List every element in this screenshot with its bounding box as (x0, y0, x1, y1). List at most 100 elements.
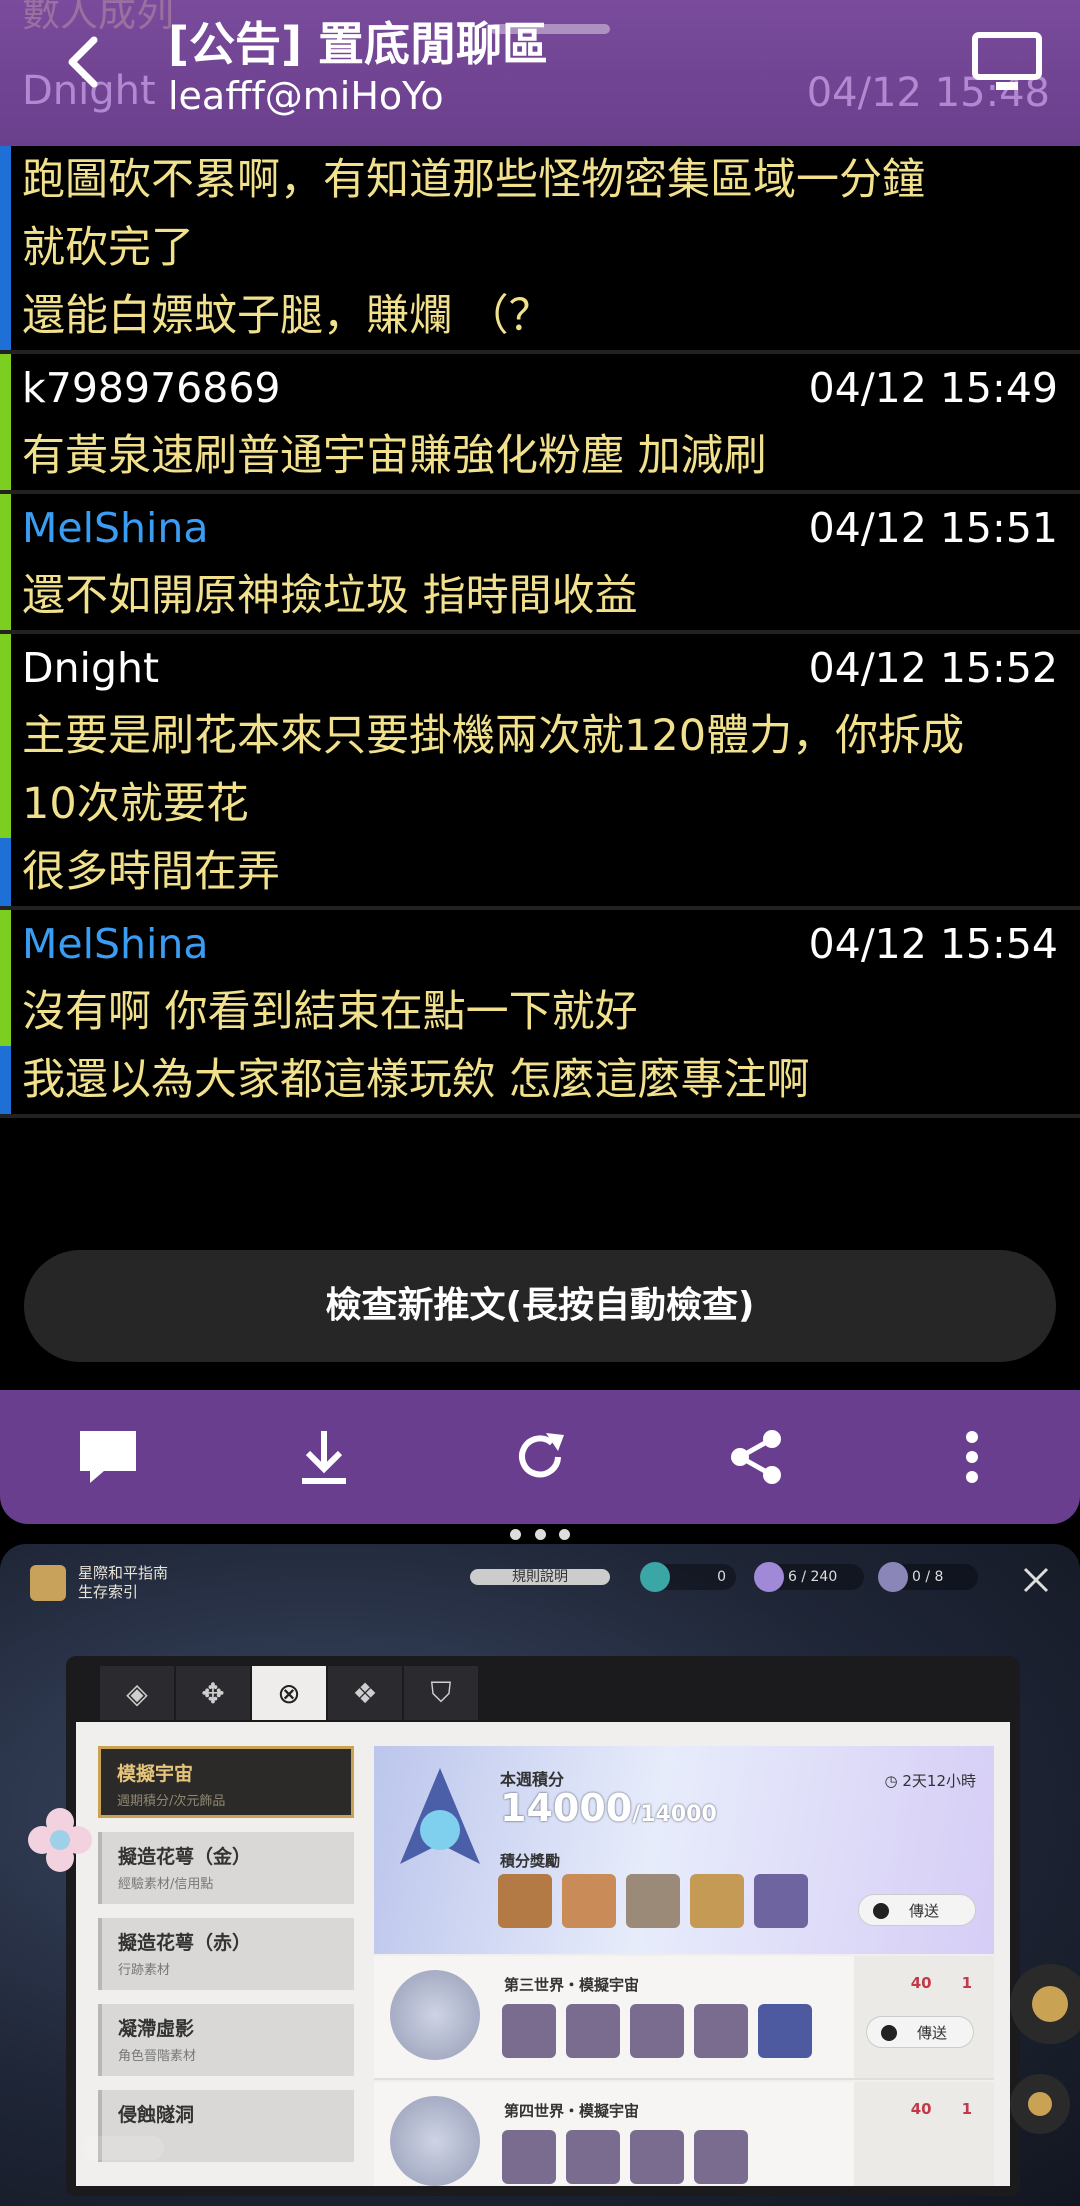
tab-5[interactable]: ⛉ (404, 1666, 478, 1720)
stamina-cost: 40 1 (911, 2100, 972, 2118)
tab-3[interactable]: ⊗ (252, 1666, 326, 1720)
panel-indicator (84, 2136, 164, 2160)
reward-item[interactable] (626, 1874, 680, 1928)
flower-icon[interactable] (24, 1804, 96, 1876)
cost-power: 40 (910, 1974, 932, 1992)
domain-row: 第四世界・模擬宇宙 40 1 (374, 2082, 994, 2186)
tab-1[interactable]: ◈ (100, 1666, 174, 1720)
activity-item[interactable]: 擬造花萼（赤） 行跡素材 (98, 1918, 354, 1990)
time-remaining-value: 2天12小時 (902, 1772, 976, 1790)
post-color-bar (0, 1046, 11, 1114)
monitor-icon (972, 32, 1042, 90)
post-author[interactable]: MelShina (22, 504, 209, 552)
download-icon (302, 1431, 346, 1484)
refresh-icon (519, 1433, 564, 1478)
post-timestamp: 04/12 15:52 (808, 644, 1058, 692)
download-button[interactable] (279, 1412, 369, 1502)
drag-handle[interactable] (490, 24, 610, 34)
check-new-posts-button[interactable]: 檢查新推文(長按自動檢查) (24, 1250, 1056, 1362)
post-text-line: 跑圖砍不累啊，有知道那些怪物密集區域一分鐘 (0, 146, 1058, 214)
cost-reserve: 1 (961, 2100, 972, 2118)
reward-item[interactable] (566, 2004, 620, 2058)
reward-item[interactable] (566, 2130, 620, 2184)
comment-button[interactable] (63, 1412, 153, 1502)
reward-item[interactable] (754, 1874, 808, 1928)
post-item[interactable]: k798976869 04/12 15:49 有黃泉速刷普通宇宙賺強化粉塵 加減刷 (0, 354, 1080, 490)
post-text-line: 10次就要花 (0, 770, 1058, 838)
domain-rewards (502, 2130, 748, 2184)
post-text-line: 還能白嫖蚊子腿，賺爛 （？ (0, 282, 1058, 350)
close-icon (1023, 1567, 1049, 1593)
world-emblem-icon (390, 1970, 480, 2060)
activity-list: 模擬宇宙 週期積分/次元飾品 擬造花萼（金） 經驗素材/信用點擬造花萼（赤） 行跡素材凝… (98, 1746, 354, 2176)
close-button[interactable] (1020, 1564, 1052, 1596)
share-icon (731, 1430, 781, 1484)
reward-item[interactable] (694, 2130, 748, 2184)
cost-reserve: 1 (961, 1974, 972, 1992)
stamina-icon (754, 1562, 784, 1592)
post-text: 主要是刷花本來只要掛機兩次就120體力，你拆成 (22, 711, 965, 761)
post-author[interactable]: Dnight (22, 644, 159, 692)
activity-title: 擬造花萼（赤） (118, 1932, 252, 1954)
more-button[interactable] (927, 1412, 1017, 1502)
post-text-line: 我還以為大家都這樣玩欸 怎麼這麼專注啊 (0, 1046, 1058, 1114)
tab-4[interactable]: ❖ (328, 1666, 402, 1720)
refresh-button[interactable] (495, 1412, 585, 1502)
reward-label: 積分獎勵 (500, 1852, 561, 1870)
reward-item[interactable] (690, 1874, 744, 1928)
post-color-bar (0, 354, 11, 422)
chevron-left-icon (68, 36, 98, 88)
tab-2[interactable]: ✥ (176, 1666, 250, 1720)
reward-item[interactable] (502, 2004, 556, 2058)
reward-item[interactable] (758, 2004, 812, 2058)
rules-button[interactable]: 規則說明 (470, 1569, 610, 1585)
resource-counter-1[interactable]: 0 (640, 1562, 736, 1592)
post-item[interactable]: MelShina 04/12 15:54 沒有啊 你看到結束在點一下就好 我還以為大家… (0, 910, 1080, 1114)
post-text: 很多時間在弄 (22, 847, 280, 897)
reward-item[interactable] (562, 1874, 616, 1928)
post-text-line: 主要是刷花本來只要掛機兩次就120體力，你拆成 (0, 702, 1058, 770)
page-title: [公告] 置底閒聊區 (168, 17, 549, 71)
reserve-icon (878, 1562, 908, 1592)
activity-subtitle: 行跡素材 (118, 1963, 171, 1978)
screen-mode-button[interactable] (970, 30, 1044, 96)
stamina-cost: 40 1 (911, 1974, 972, 1992)
activity-item[interactable]: 擬造花萼（金） 經驗素材/信用點 (98, 1832, 354, 1904)
post-item[interactable]: MelShina 04/12 15:51 還不如開原神撿垃圾 指時間收益 (0, 494, 1080, 630)
post-color-bar (0, 910, 11, 978)
post-text: 沒有啊 你看到結束在點一下就好 (22, 987, 638, 1037)
post-text-line: 很多時間在弄 (0, 838, 1058, 906)
post-item[interactable]: Dnight 04/12 15:52 主要是刷花本來只要掛機兩次就120體力，你拆成… (0, 634, 1080, 906)
reward-item[interactable] (630, 2130, 684, 2184)
resource-value: 0 (717, 1569, 726, 1585)
guide-tabs: ◈ ✥ ⊗ ❖ ⛉ (76, 1666, 1010, 1722)
post-author[interactable]: k798976869 (22, 364, 281, 412)
post-timestamp: 04/12 15:51 (808, 504, 1058, 552)
post-color-bar (0, 146, 11, 214)
teleport-button[interactable]: 傳送 (866, 2016, 974, 2048)
resource-counter-2[interactable]: 6 / 240 (754, 1562, 864, 1592)
reward-item[interactable] (630, 2004, 684, 2058)
teleport-button[interactable]: 傳送 (858, 1894, 976, 1926)
post-header: k798976869 04/12 15:49 (0, 354, 1058, 422)
reward-item[interactable] (502, 2130, 556, 2184)
guide-book-icon (30, 1565, 66, 1601)
post-text-line: 沒有啊 你看到結束在點一下就好 (0, 978, 1058, 1046)
resource-icon (640, 1562, 670, 1592)
weekly-score-card: 本週積分 14000/14000 ◷ 2天12小時 積分獎勵 傳送 (374, 1746, 994, 1954)
score-current: 14000 (500, 1786, 633, 1830)
reward-item[interactable] (694, 2004, 748, 2058)
window-handle[interactable] (510, 1526, 570, 1542)
guide-title: 星際和平指南 (78, 1564, 169, 1582)
post-text: 我還以為大家都這樣玩欸 怎麼這麼專注啊 (22, 1055, 810, 1105)
post-text: 跑圖砍不累啊，有知道那些怪物密集區域一分鐘 (22, 155, 925, 205)
activity-item[interactable]: 凝滯虛影 角色晉階素材 (98, 2004, 354, 2076)
back-button[interactable] (56, 32, 116, 92)
reward-item[interactable] (498, 1874, 552, 1928)
activity-item[interactable]: 模擬宇宙 週期積分/次元飾品 (98, 1746, 354, 1818)
post-author[interactable]: MelShina (22, 920, 209, 968)
resource-counter-3[interactable]: 0 / 8 (878, 1562, 978, 1592)
post-item[interactable]: 跑圖砍不累啊，有知道那些怪物密集區域一分鐘 就砍完了 還能白嫖蚊子腿，賺爛 （？ (0, 146, 1080, 350)
activity-title: 凝滯虛影 (118, 2018, 195, 2040)
share-button[interactable] (711, 1412, 801, 1502)
